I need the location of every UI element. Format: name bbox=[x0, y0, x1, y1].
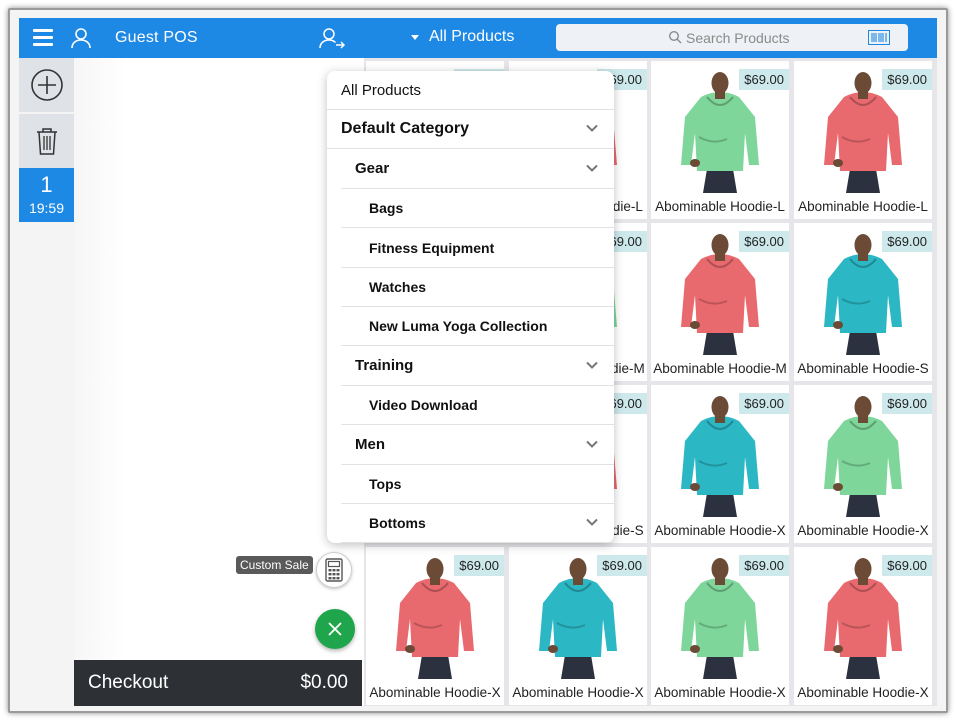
checkout-label: Checkout bbox=[88, 672, 169, 693]
product-price: $69.00 bbox=[739, 231, 789, 252]
product-card[interactable]: $69.00 Abominable Hoodie-X bbox=[509, 547, 647, 705]
product-name: Abominable Hoodie-X bbox=[654, 685, 786, 700]
category-item[interactable]: New Luma Yoga Collection bbox=[341, 307, 614, 347]
product-card[interactable]: $69.00 Abominable Hoodie-M bbox=[651, 223, 789, 381]
product-name: Abominable Hoodie-L bbox=[655, 199, 785, 214]
add-order-button[interactable] bbox=[19, 58, 74, 112]
chevron-down-icon[interactable] bbox=[586, 164, 598, 172]
chevron-down-icon[interactable] bbox=[586, 124, 598, 133]
product-card[interactable]: $69.00 Abominable Hoodie-X bbox=[366, 547, 504, 705]
product-price: $69.00 bbox=[882, 231, 932, 252]
custom-sale-tooltip: Custom Sale bbox=[236, 556, 313, 574]
product-name: Abominable Hoodie-L bbox=[798, 199, 928, 214]
category-item[interactable]: Fitness Equipment bbox=[341, 229, 614, 268]
custom-sale-button[interactable] bbox=[316, 552, 352, 588]
product-price: $69.00 bbox=[739, 69, 789, 90]
category-item-label: Watches bbox=[369, 279, 427, 295]
customer-name[interactable]: Guest POS bbox=[115, 29, 198, 47]
product-card[interactable]: $69.00 Abominable Hoodie-X bbox=[794, 385, 932, 543]
plus-circle-icon bbox=[30, 69, 63, 101]
category-item-label: Men bbox=[355, 436, 385, 454]
category-item-label: Video Download bbox=[369, 397, 478, 414]
category-item-label: New Luma Yoga Collection bbox=[369, 318, 548, 335]
category-item-label: Training bbox=[355, 357, 414, 375]
product-name: Abominable Hoodie-M bbox=[653, 361, 787, 376]
product-price: $69.00 bbox=[882, 69, 932, 90]
category-item[interactable]: All Products bbox=[327, 71, 614, 110]
delete-order-button[interactable] bbox=[19, 114, 74, 168]
search-input[interactable] bbox=[686, 27, 861, 48]
category-item-label: Gear bbox=[355, 160, 390, 178]
add-customer-icon[interactable] bbox=[319, 26, 345, 50]
checkout-button[interactable]: Checkout $0.00 bbox=[74, 660, 362, 706]
product-price: $69.00 bbox=[597, 555, 647, 576]
category-item[interactable]: Gear bbox=[341, 150, 614, 189]
category-dropdown: All Products Default Category Gear Bags Fitn… bbox=[327, 71, 614, 543]
category-item[interactable]: Bottoms bbox=[341, 504, 614, 543]
user-icon[interactable] bbox=[69, 26, 93, 50]
category-item[interactable]: Default Category bbox=[327, 110, 614, 150]
category-item-label: Default Category bbox=[341, 120, 470, 138]
chevron-down-icon[interactable] bbox=[586, 361, 598, 369]
category-selected-label: All Products bbox=[429, 28, 515, 45]
product-name: Abominable Hoodie-S bbox=[797, 361, 929, 376]
product-name: Abominable Hoodie-X bbox=[654, 523, 786, 538]
chevron-down-icon[interactable] bbox=[586, 518, 598, 527]
product-name: Abominable Hoodie-X bbox=[797, 523, 929, 538]
product-name: Abominable Hoodie-X bbox=[797, 685, 929, 700]
order-tab-active[interactable]: 1 19:59 bbox=[19, 168, 74, 222]
category-dropdown-toggle[interactable]: All Products bbox=[411, 28, 514, 46]
chevron-down-icon[interactable] bbox=[586, 440, 598, 448]
product-name: Abominable Hoodie-X bbox=[512, 685, 644, 700]
category-item[interactable]: Tops bbox=[341, 465, 614, 504]
caret-down-icon bbox=[411, 34, 419, 40]
product-price: $69.00 bbox=[454, 555, 504, 576]
pos-app: Guest POS All Products Search Products 1… bbox=[19, 18, 937, 706]
product-card[interactable]: $69.00 Abominable Hoodie-L bbox=[794, 61, 932, 219]
search-box[interactable] bbox=[556, 24, 908, 51]
top-bar: Guest POS All Products bbox=[19, 18, 937, 58]
trash-icon bbox=[36, 128, 57, 155]
product-card[interactable]: $69.00 Abominable Hoodie-X bbox=[794, 547, 932, 705]
search-icon bbox=[668, 30, 682, 44]
category-item[interactable]: Watches bbox=[341, 268, 614, 307]
close-button[interactable] bbox=[315, 609, 355, 649]
product-card[interactable]: $69.00 Abominable Hoodie-L bbox=[651, 61, 789, 219]
category-item[interactable]: Video Download bbox=[341, 386, 614, 426]
category-item-label: Bottoms bbox=[369, 515, 426, 532]
category-item[interactable]: Men bbox=[341, 426, 614, 465]
product-price: $69.00 bbox=[882, 393, 932, 414]
close-icon bbox=[328, 622, 342, 636]
category-item[interactable]: Training bbox=[341, 347, 614, 386]
product-name: Abominable Hoodie-X bbox=[369, 685, 501, 700]
product-card[interactable]: $69.00 Abominable Hoodie-X bbox=[651, 385, 789, 543]
calculator-icon bbox=[325, 558, 343, 582]
hamburger-menu-icon[interactable] bbox=[33, 29, 53, 47]
category-item[interactable]: Bags bbox=[341, 189, 614, 229]
order-number: 1 bbox=[40, 172, 53, 197]
order-time: 19:59 bbox=[28, 200, 65, 216]
category-item-label: Tops bbox=[369, 476, 402, 492]
category-item-label: All Products bbox=[341, 81, 422, 99]
barcode-scan-icon[interactable] bbox=[868, 30, 890, 45]
cart-panel bbox=[74, 58, 362, 706]
product-price: $69.00 bbox=[739, 555, 789, 576]
product-price: $69.00 bbox=[882, 555, 932, 576]
product-price: $69.00 bbox=[739, 393, 789, 414]
order-sidebar: 1 19:59 bbox=[19, 58, 74, 706]
checkout-total: $0.00 bbox=[300, 672, 348, 693]
product-card[interactable]: $69.00 Abominable Hoodie-X bbox=[651, 547, 789, 705]
product-card[interactable]: $69.00 Abominable Hoodie-S bbox=[794, 223, 932, 381]
category-item-label: Bags bbox=[369, 200, 404, 217]
category-item-label: Fitness Equipment bbox=[369, 239, 495, 256]
device-frame: Guest POS All Products Search Products 1… bbox=[8, 8, 948, 713]
